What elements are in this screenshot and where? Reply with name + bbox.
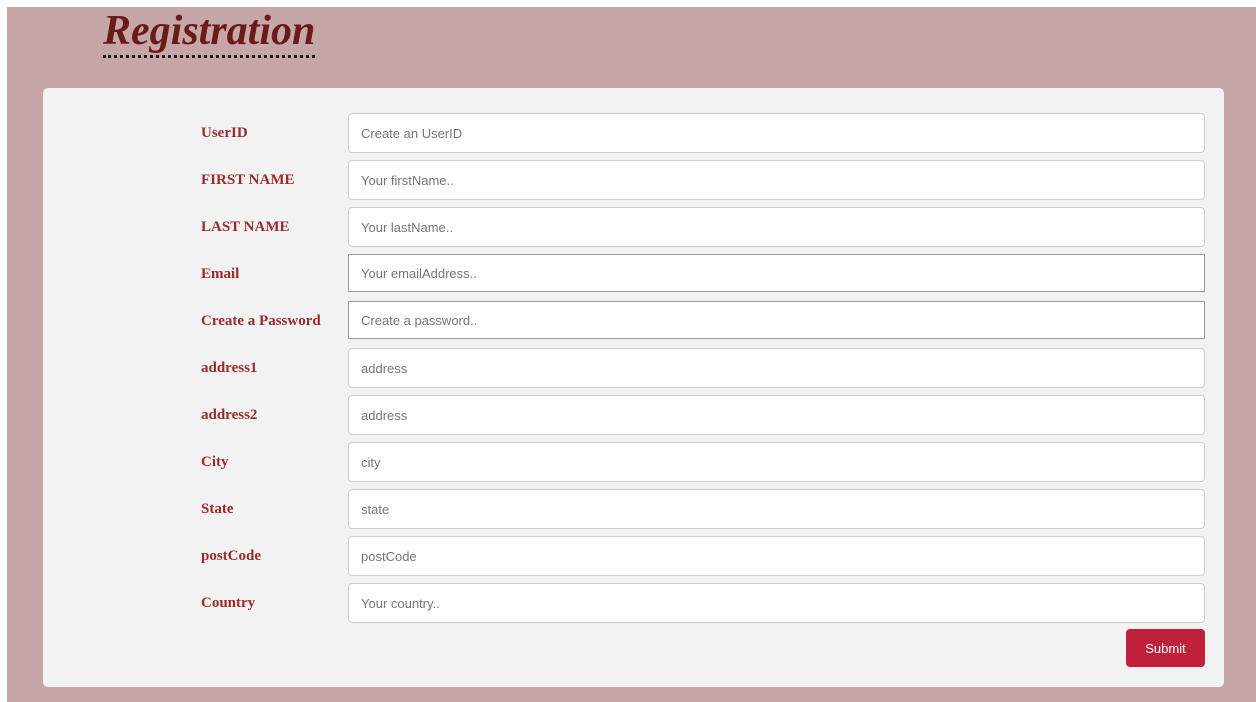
registration-form: UserID FIRST NAME LAST NAME Email Create… — [43, 88, 1224, 687]
form-row-address1: address1 — [43, 348, 1224, 388]
submit-button[interactable]: Submit — [1126, 629, 1205, 667]
form-row-city: City — [43, 442, 1224, 482]
form-row-userid: UserID — [43, 113, 1224, 153]
page-title: Registration — [103, 7, 316, 58]
first-name-input[interactable] — [348, 160, 1205, 200]
form-row-address2: address2 — [43, 395, 1224, 435]
userid-label: UserID — [201, 125, 248, 141]
country-input[interactable] — [348, 583, 1205, 623]
page-background: Registration UserID FIRST NAME LAST NAME… — [7, 7, 1256, 702]
userid-input[interactable] — [348, 113, 1205, 153]
city-label: City — [201, 454, 229, 470]
last-name-input[interactable] — [348, 207, 1205, 247]
email-label: Email — [201, 266, 240, 282]
password-label: Create a Password — [201, 313, 321, 329]
address2-label: address2 — [201, 407, 258, 423]
form-row-country: Country — [43, 583, 1224, 623]
country-label: Country — [201, 595, 256, 611]
form-row-postcode: postCode — [43, 536, 1224, 576]
email-input[interactable] — [348, 254, 1205, 292]
address1-input[interactable] — [348, 348, 1205, 388]
postcode-input[interactable] — [348, 536, 1205, 576]
last-name-label: LAST NAME — [201, 219, 290, 235]
state-label: State — [201, 501, 234, 517]
form-row-email: Email — [43, 254, 1224, 294]
form-row-last-name: LAST NAME — [43, 207, 1224, 247]
form-row-state: State — [43, 489, 1224, 529]
address1-label: address1 — [201, 360, 258, 376]
state-input[interactable] — [348, 489, 1205, 529]
postcode-label: postCode — [201, 548, 262, 564]
form-row-first-name: FIRST NAME — [43, 160, 1224, 200]
first-name-label: FIRST NAME — [201, 172, 295, 188]
address2-input[interactable] — [348, 395, 1205, 435]
password-input[interactable] — [348, 301, 1205, 339]
form-row-password: Create a Password — [43, 301, 1224, 341]
city-input[interactable] — [348, 442, 1205, 482]
